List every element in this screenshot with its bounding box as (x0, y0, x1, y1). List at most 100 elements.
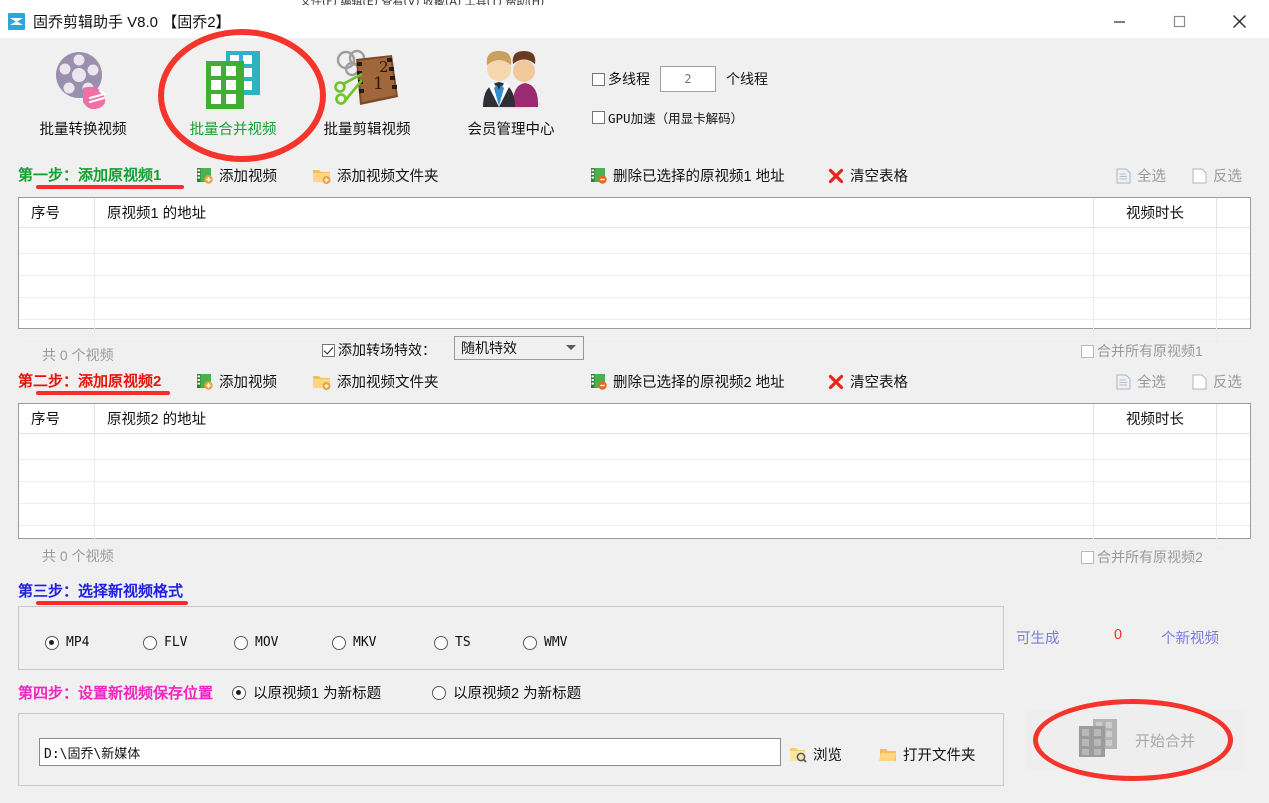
step2-add-video-button[interactable]: 添加视频 (196, 371, 277, 392)
table-row[interactable] (19, 228, 1250, 254)
open-folder-button[interactable]: 打开文件夹 (879, 744, 976, 765)
main-toolbar: 批量转换视频 批量合并视频 2 1 批量剪辑视频 会员管理中心 多线程 2 个线… (0, 38, 1269, 158)
toolbar-item-members[interactable]: 会员管理中心 (436, 44, 586, 154)
gpu-label: GPU加速（用显卡解码） (608, 111, 744, 126)
step1-clear-table-button[interactable]: 清空表格 (828, 165, 908, 186)
table-row[interactable] (19, 298, 1250, 320)
table-row[interactable] (19, 276, 1250, 298)
table-row[interactable] (19, 434, 1250, 460)
format-radio-ts[interactable]: TS (434, 635, 471, 650)
table-row[interactable] (19, 254, 1250, 276)
generate-suffix-label: 个新视频 (1161, 631, 1219, 647)
step2-add-folder-button[interactable]: 添加视频文件夹 (312, 371, 439, 392)
generate-count-value: 0 (1114, 627, 1123, 643)
step1-header-row: 第一步：添加原视频1 添加视频 添加视频文件夹 删除已选择的原视频1 地址 清空… (0, 164, 1269, 190)
step2-merge-all-checkbox[interactable] (1081, 550, 1094, 564)
step2-clear-table-label: 清空表格 (850, 375, 908, 391)
step2-add-video-label: 添加视频 (219, 375, 277, 391)
table-row[interactable] (19, 504, 1250, 526)
step2-merge-all-label: 合并所有原视频2 (1097, 549, 1203, 565)
step2-merge-all-row: 合并所有原视频2 (1081, 547, 1203, 567)
step1-invert-select-button[interactable]: 反选 (1192, 165, 1242, 186)
step1-select-all-label: 全选 (1137, 169, 1166, 185)
step1-merge-all-label: 合并所有原视频1 (1097, 343, 1203, 359)
format-radio-flv[interactable]: FLV (143, 635, 187, 650)
step1-col-duration: 视频时长 (1094, 198, 1217, 227)
step2-video-count: 共 0 个视频 (42, 548, 114, 564)
browse-button[interactable]: 浏览 (789, 744, 842, 765)
format-label-wmv: WMV (544, 635, 568, 650)
step1-underline-annotation (36, 185, 184, 189)
radio-mark-mp4 (45, 635, 59, 650)
table-row[interactable] (19, 460, 1250, 482)
add-video-icon (196, 373, 213, 390)
step1-video-count: 共 0 个视频 (42, 347, 114, 363)
format-group-box: MP4 FLV MOV MKV TS WMV (18, 606, 1004, 670)
step2-delete-selected-button[interactable]: 删除已选择的原视频2 地址 (590, 371, 785, 392)
close-button[interactable] (1209, 5, 1269, 38)
toolbar-item-merge[interactable]: 批量合并视频 (158, 44, 308, 154)
format-label-ts: TS (455, 635, 471, 650)
step3-label: 第三步：选择新视频格式 (18, 583, 184, 600)
step2-col-path: 原视频2 的地址 (95, 404, 1094, 433)
step1-video-table[interactable]: 序号 原视频1 的地址 视频时长 (18, 197, 1251, 342)
radio-mark-title1 (232, 685, 246, 700)
format-radio-wmv[interactable]: WMV (523, 635, 567, 650)
delete-video-icon (590, 373, 607, 390)
add-folder-icon (312, 167, 331, 184)
svg-text:1: 1 (373, 74, 384, 94)
step1-add-video-button[interactable]: 添加视频 (196, 165, 277, 186)
multithread-checkbox[interactable] (592, 72, 605, 86)
step2-col-spacer (1217, 404, 1250, 433)
table-row[interactable] (19, 320, 1250, 342)
start-merge-button[interactable]: 开始合并 (1026, 710, 1244, 770)
step2-video-table[interactable]: 序号 原视频2 的地址 视频时长 (18, 403, 1251, 548)
step1-select-all-button[interactable]: 全选 (1116, 165, 1166, 186)
title-bar: 固乔剪辑助手 V8.0 【固乔2】 (0, 5, 1269, 38)
transition-checkbox[interactable] (322, 343, 335, 357)
step1-col-index: 序号 (19, 198, 95, 227)
format-label-mp4: MP4 (66, 635, 90, 650)
browse-button-label: 浏览 (813, 748, 842, 764)
step1-delete-selected-label: 删除已选择的原视频1 地址 (613, 169, 785, 185)
format-label-flv: FLV (164, 635, 188, 650)
browse-folder-icon (789, 746, 807, 763)
toolbar-label-convert: 批量转换视频 (39, 122, 127, 138)
gpu-checkbox[interactable] (592, 111, 605, 124)
step1-invert-select-label: 反选 (1213, 169, 1242, 185)
title-source-radio-video1[interactable]: 以原视频1 为新标题 (232, 682, 381, 703)
step2-clear-table-button[interactable]: 清空表格 (828, 371, 908, 392)
thread-count-input[interactable]: 2 (660, 66, 716, 92)
transition-effect-select[interactable]: 随机特效 (454, 336, 584, 360)
step1-merge-all-checkbox[interactable] (1081, 344, 1094, 358)
step2-select-all-button[interactable]: 全选 (1116, 371, 1166, 392)
members-icon (475, 44, 547, 116)
toolbar-item-convert[interactable]: 批量转换视频 (8, 44, 158, 154)
table-row[interactable] (19, 526, 1250, 548)
step1-add-video-label: 添加视频 (219, 169, 277, 185)
title-source-radio-video2[interactable]: 以原视频2 为新标题 (432, 682, 581, 703)
format-radio-mov[interactable]: MOV (234, 635, 278, 650)
save-path-input[interactable]: D:\固乔\新媒体 (39, 738, 781, 766)
step2-invert-select-button[interactable]: 反选 (1192, 371, 1242, 392)
format-radio-mkv[interactable]: MKV (332, 635, 376, 650)
step1-add-folder-button[interactable]: 添加视频文件夹 (312, 165, 439, 186)
toolbar-item-edit[interactable]: 2 1 批量剪辑视频 (292, 44, 442, 154)
clear-x-icon (828, 168, 844, 184)
multithread-option-row: 多线程 2 个线程 (592, 66, 768, 92)
step2-table-body (19, 434, 1250, 548)
maximize-button[interactable] (1149, 5, 1209, 38)
step1-label: 第一步：添加原视频1 (18, 167, 162, 184)
minimize-button[interactable] (1089, 5, 1149, 38)
window-title: 固乔剪辑助手 V8.0 【固乔2】 (33, 14, 231, 31)
format-radio-mp4[interactable]: MP4 (45, 635, 89, 650)
step2-add-folder-label: 添加视频文件夹 (337, 375, 439, 391)
step1-delete-selected-button[interactable]: 删除已选择的原视频1 地址 (590, 165, 785, 186)
table-row[interactable] (19, 482, 1250, 504)
format-label-mov: MOV (255, 635, 279, 650)
step1-table-header: 序号 原视频1 的地址 视频时长 (19, 198, 1250, 228)
transition-effect-value: 随机特效 (461, 340, 517, 356)
radio-mark-ts (434, 635, 448, 650)
step2-table-header: 序号 原视频2 的地址 视频时长 (19, 404, 1250, 434)
transition-option-row: 添加转场特效： (322, 340, 436, 360)
